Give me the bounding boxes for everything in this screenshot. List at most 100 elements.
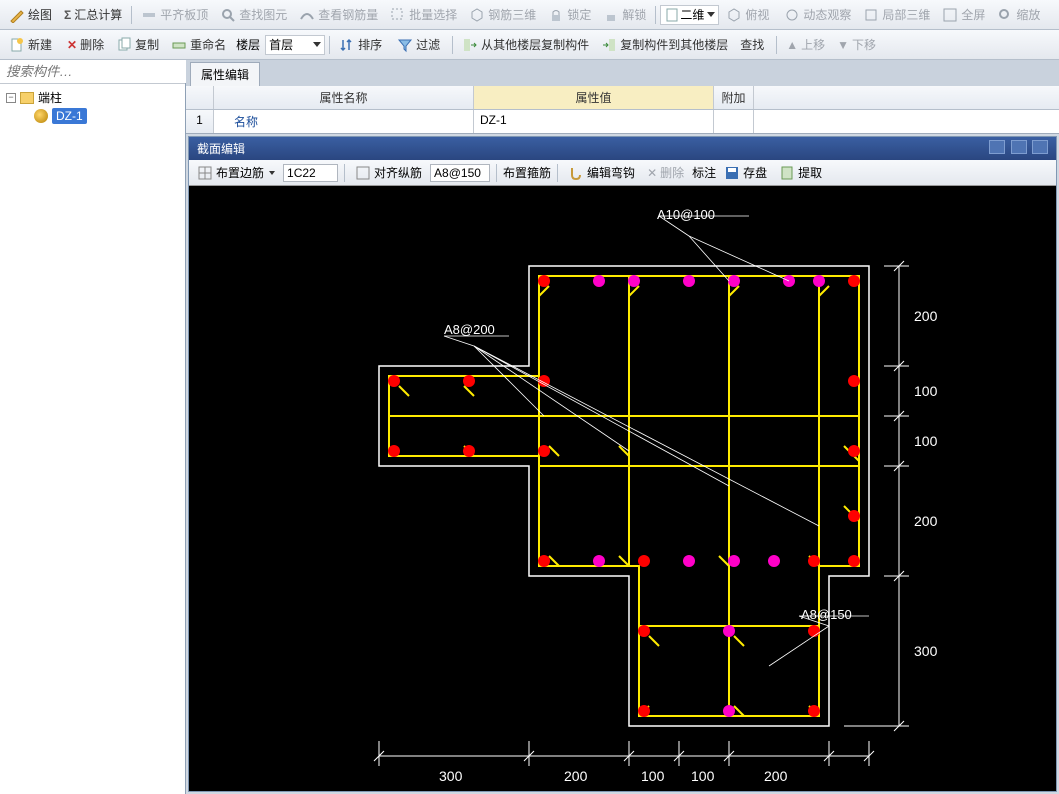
sigma-icon: Σ [64, 8, 71, 22]
arrow-down-icon: ▼ [837, 38, 849, 52]
tab-strip: 属性编辑 [186, 60, 1059, 86]
main-toolbar-1: 绘图 Σ汇总计算 平齐板顶 查找图元 查看钢筋量 批量选择 钢筋三维 锁定 解锁… [0, 0, 1059, 30]
dim-r4: 200 [914, 513, 938, 529]
rebar-icon [299, 7, 315, 23]
select-icon [390, 7, 406, 23]
maximize-button[interactable] [1011, 140, 1027, 154]
folder-icon [20, 92, 34, 104]
close-button[interactable] [1032, 140, 1048, 154]
save-button[interactable]: 存盘 [720, 163, 771, 182]
layout-rebar-button[interactable]: 布置边筋 [193, 163, 279, 182]
doc-icon [664, 7, 680, 23]
rebar-input[interactable] [283, 164, 338, 182]
separator [496, 164, 497, 182]
stirrup-input[interactable] [430, 164, 490, 182]
annotate-dropdown[interactable]: 标注 [692, 164, 716, 181]
drawing-canvas[interactable]: A10@100 A8@200 A8@150 200 100 [189, 186, 1056, 790]
filter-icon [397, 37, 413, 53]
fullscreen-button[interactable]: 全屏 [937, 3, 990, 26]
separator [344, 164, 345, 182]
arrow-up-icon: ▲ [786, 38, 798, 52]
filter-button[interactable]: 过滤 [392, 33, 448, 56]
copy-to-floor-button[interactable]: 复制构件到其他楼层 [596, 33, 733, 56]
zoom-button[interactable]: 缩放 [992, 3, 1048, 26]
component-tree: − 端柱 DZ-1 [0, 84, 185, 129]
header-rownum [186, 86, 214, 109]
align-rebar-button[interactable]: 对齐纵筋 [351, 163, 426, 182]
tree-child[interactable]: DZ-1 [32, 107, 181, 125]
header-value: 属性值 [474, 86, 714, 109]
copy-button[interactable]: 复制 [111, 33, 164, 56]
sort-icon [339, 37, 355, 53]
floor-dropdown[interactable]: 首层 [265, 35, 325, 55]
separator [776, 36, 777, 54]
edit-hook-button[interactable]: 编辑弯钩 [564, 163, 639, 182]
main-toolbar-2: 新建 ✕删除 复制 重命名 楼层 首层 排序 过滤 从其他楼层复制构件 复制构件… [0, 30, 1059, 60]
lock-button[interactable]: 锁定 [543, 3, 596, 26]
dynamic-view-button[interactable]: 动态观察 [779, 3, 856, 26]
unlock-icon [603, 7, 619, 23]
layer-label: 楼层 [233, 36, 263, 53]
content-area: 属性编辑 属性名称 属性值 附加 1 名称 DZ-1 截面编辑 [186, 60, 1059, 794]
separator [452, 36, 453, 54]
prop-value[interactable]: DZ-1 [474, 110, 714, 133]
find-button[interactable]: 查找 [735, 33, 772, 56]
flatplate-button[interactable]: 平齐板顶 [136, 3, 213, 26]
dim-b2: 200 [564, 768, 588, 784]
chevron-down-icon [269, 171, 275, 175]
draw-button[interactable]: 绘图 [4, 3, 57, 26]
layout-stirrup-dropdown[interactable]: 布置箍筋 [503, 164, 551, 181]
separator [329, 36, 330, 54]
extract-icon [779, 165, 795, 181]
dim-r3: 100 [914, 433, 938, 449]
find-entity-button[interactable]: 查找图元 [215, 3, 292, 26]
perspective-button[interactable]: 俯视 [721, 3, 777, 26]
dim-r1: 200 [914, 308, 938, 324]
rebar-3d-button[interactable]: 钢筋三维 [464, 3, 541, 26]
label-a8-200: A8@200 [444, 322, 495, 337]
collapse-icon[interactable]: − [6, 93, 16, 103]
dim-b3: 100 [641, 768, 665, 784]
dim-b4: 100 [691, 768, 715, 784]
property-row[interactable]: 1 名称 DZ-1 [186, 110, 1059, 133]
local-3d-button[interactable]: 局部三维 [858, 3, 935, 26]
header-name: 属性名称 [214, 86, 474, 109]
rename-icon [171, 37, 187, 53]
window-buttons [987, 140, 1048, 157]
rename-button[interactable]: 重命名 [166, 33, 231, 56]
fullscreen-icon [942, 7, 958, 23]
plate-icon [141, 7, 157, 23]
lock-icon [548, 7, 564, 23]
label-a8-150: A8@150 [801, 607, 852, 622]
view-2d-dropdown[interactable]: 二维 [660, 5, 719, 25]
save-icon [724, 165, 740, 181]
editor-titlebar: 截面编辑 [189, 137, 1056, 160]
box-icon [863, 7, 879, 23]
delete-icon: ✕ [67, 38, 77, 52]
minimize-button[interactable] [989, 140, 1005, 154]
search-input[interactable] [0, 60, 191, 83]
sort-button[interactable]: 排序 [334, 33, 390, 56]
search-bar: 🔍 [0, 60, 185, 84]
delete-button[interactable]: ✕删除 [62, 33, 109, 56]
unlock-button[interactable]: 解锁 [598, 3, 651, 26]
new-button[interactable]: 新建 [4, 33, 60, 56]
export-icon [601, 37, 617, 53]
new-icon [9, 37, 25, 53]
tab-properties[interactable]: 属性编辑 [190, 62, 260, 86]
view-rebar-button[interactable]: 查看钢筋量 [294, 3, 383, 26]
move-down-button[interactable]: ▼下移 [832, 33, 881, 56]
dim-b1: 300 [439, 768, 463, 784]
sum-button[interactable]: Σ汇总计算 [59, 3, 127, 26]
move-up-button[interactable]: ▲上移 [781, 33, 830, 56]
copy-from-floor-button[interactable]: 从其他楼层复制构件 [457, 33, 594, 56]
gear-icon [34, 109, 48, 123]
tree-root[interactable]: − 端柱 [4, 88, 181, 107]
batch-select-button[interactable]: 批量选择 [385, 3, 462, 26]
prop-name: 名称 [214, 110, 474, 133]
editor-delete-button[interactable]: ✕删除 [643, 163, 688, 182]
extract-button[interactable]: 提取 [775, 163, 826, 182]
orbit-icon [784, 7, 800, 23]
search-icon [220, 7, 236, 23]
editor-toolbar: 布置边筋 对齐纵筋 布置箍筋 编辑弯钩 ✕删除 标注 存盘 提取 [189, 160, 1056, 186]
